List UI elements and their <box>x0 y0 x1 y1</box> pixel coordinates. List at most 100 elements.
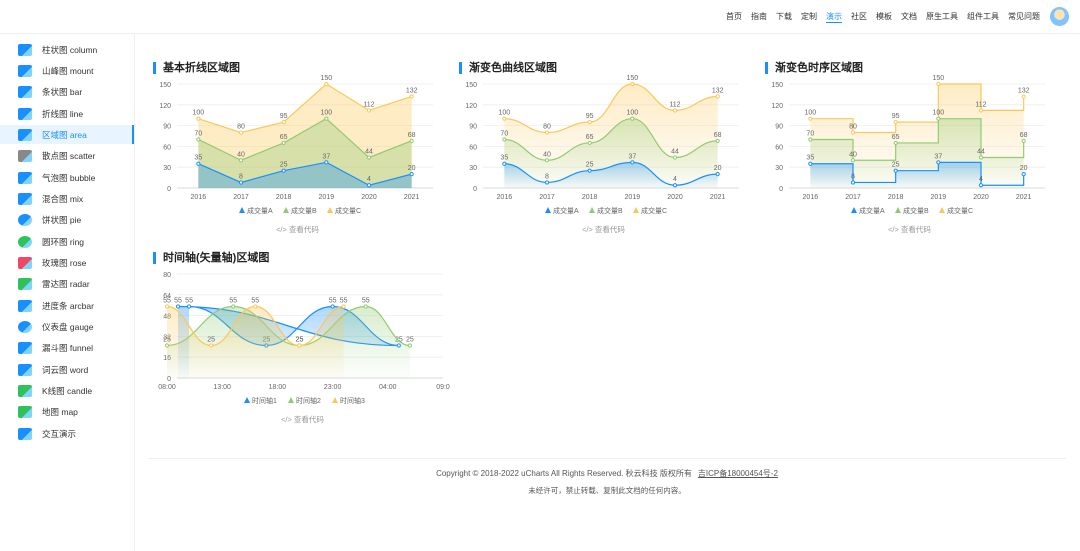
data-label: 80 <box>849 124 857 131</box>
view-code-link[interactable]: </> 查看代码 <box>276 224 319 235</box>
x-tick-label: 2018 <box>582 194 598 201</box>
sidebar-item-18[interactable]: 交互演示 <box>0 424 134 443</box>
sidebar-item-17[interactable]: 地图 map <box>0 403 134 422</box>
x-tick-label: 2019 <box>319 194 335 201</box>
sidebar-item-13[interactable]: 仪表盘 gauge <box>0 318 134 337</box>
x-tick-label: 2016 <box>497 194 513 201</box>
sidebar-item-6[interactable]: 气泡图 bubble <box>0 168 134 187</box>
legend-marker <box>288 397 294 403</box>
sidebar-item-1[interactable]: 山峰图 mount <box>0 61 134 80</box>
bubble-chart-icon <box>18 171 32 184</box>
sidebar-item-5[interactable]: 散点图 scatter <box>0 147 134 166</box>
nav-item-7[interactable]: 文档 <box>901 11 917 23</box>
nav-item-2[interactable]: 下载 <box>776 11 792 23</box>
data-point <box>238 130 244 135</box>
y-tick-label: 30 <box>163 165 171 172</box>
data-label: 55 <box>163 298 171 305</box>
sidebar-item-7[interactable]: 混合图 mix <box>0 189 134 208</box>
icp-link[interactable]: 吉ICP备18000454号-2 <box>698 469 778 478</box>
data-point <box>341 304 346 309</box>
data-point <box>324 160 329 165</box>
data-label: 35 <box>806 155 814 162</box>
data-point <box>231 304 236 309</box>
data-point <box>978 155 984 160</box>
sidebar-item-label: 圆环图 ring <box>42 236 85 247</box>
data-point <box>850 130 856 135</box>
sidebar-item-14[interactable]: 漏斗图 funnel <box>0 339 134 358</box>
nav-item-3[interactable]: 定制 <box>801 11 817 23</box>
sidebar-item-0[interactable]: 柱状图 column <box>0 40 134 59</box>
sidebar-item-15[interactable]: 词云图 word <box>0 360 134 379</box>
data-label: 112 <box>669 101 680 108</box>
legend-label: 成交量A <box>553 206 579 215</box>
data-label: 4 <box>367 176 371 183</box>
data-point <box>630 116 635 121</box>
nav-item-0[interactable]: 首页 <box>726 11 742 23</box>
x-tick-label: 13:00 <box>213 384 231 391</box>
legend-label: 成交量B <box>903 206 929 215</box>
legend-label: 成交量A <box>859 206 885 215</box>
data-label: 8 <box>239 173 243 180</box>
sidebar-item-16[interactable]: K线图 candle <box>0 382 134 401</box>
data-label: 55 <box>362 298 370 305</box>
y-tick-label: 150 <box>159 82 171 89</box>
sidebar-item-3[interactable]: 折线图 line <box>0 104 134 123</box>
legend-marker <box>589 207 595 213</box>
x-tick-label: 23:00 <box>324 384 342 391</box>
data-label: 40 <box>849 151 857 158</box>
y-tick-label: 60 <box>469 144 477 151</box>
nav-item-10[interactable]: 常见问题 <box>1008 11 1040 23</box>
data-label: 55 <box>251 298 259 305</box>
nav-item-5[interactable]: 社区 <box>851 11 867 23</box>
nav-item-1[interactable]: 指南 <box>751 11 767 23</box>
sidebar-item-11[interactable]: 雷达图 radar <box>0 275 134 294</box>
nav-item-8[interactable]: 原生工具 <box>926 11 958 23</box>
chart-title: 渐变色时序区域图 <box>765 62 863 74</box>
user-avatar[interactable] <box>1050 7 1069 26</box>
data-point <box>253 304 258 309</box>
x-tick-label: 2018 <box>276 194 292 201</box>
sidebar-item-2[interactable]: 条状图 bar <box>0 83 134 102</box>
data-point <box>587 140 592 146</box>
sidebar-item-10[interactable]: 玫瑰图 rose <box>0 254 134 273</box>
line-chart-icon <box>18 107 32 120</box>
data-label: 68 <box>714 132 722 139</box>
nav-item-4[interactable]: 演示 <box>826 11 842 23</box>
sidebar-item-4[interactable]: 区域图 area <box>0 125 134 145</box>
data-label: 65 <box>586 134 594 141</box>
data-point <box>175 304 181 309</box>
data-label: 44 <box>671 148 679 155</box>
data-point <box>893 140 898 146</box>
x-tick-label: 2021 <box>404 194 420 201</box>
data-label: 37 <box>628 153 636 160</box>
nav-item-9[interactable]: 组件工具 <box>967 11 999 23</box>
chart-card-0: 基本折线区域图 0 30 60 90 120 150 2016 2017 2018 2019 2020… <box>153 60 443 240</box>
sidebar-item-label: 漏斗图 funnel <box>42 343 94 354</box>
data-label: 35 <box>500 155 508 162</box>
data-label: 132 <box>1018 87 1030 94</box>
nav-item-6[interactable]: 模板 <box>876 11 892 23</box>
sidebar-item-label: 词云图 word <box>42 364 89 375</box>
view-code-link[interactable]: </> 查看代码 <box>888 224 931 235</box>
y-tick-label: 0 <box>473 186 477 193</box>
gauge-icon <box>18 321 32 334</box>
data-label: 25 <box>207 337 215 344</box>
data-point <box>324 81 329 87</box>
top-nav: 首页 指南 下载 定制 演示 社区 模板 文档 原生工具 组件工具 常见问题 <box>726 11 1040 23</box>
x-tick-label: 2020 <box>973 194 989 201</box>
data-label: 37 <box>322 153 330 160</box>
view-code-link[interactable]: </> 查看代码 <box>582 224 625 235</box>
data-label: 65 <box>280 134 288 141</box>
chart-card-2: 渐变色时序区域图 0 30 60 90 120 150 2016 2017 2018 2019 202… <box>765 60 1055 240</box>
legend-label: 时间轴2 <box>296 396 321 405</box>
sidebar-item-8[interactable]: 饼状图 pie <box>0 211 134 230</box>
data-label: 44 <box>977 148 985 155</box>
x-tick-label: 2021 <box>1016 194 1032 201</box>
data-point <box>502 137 507 142</box>
sidebar-item-label: 玫瑰图 rose <box>42 258 87 268</box>
sidebar-item-9[interactable]: 圆环图 ring <box>0 232 134 251</box>
sidebar-item-12[interactable]: 进度条 arcbar <box>0 296 134 315</box>
view-code-link[interactable]: </> 查看代码 <box>281 414 324 425</box>
chart-card-1: 渐变色曲线区域图 0 30 60 90 120 150 2016 2017 2018 2019 202… <box>459 60 749 240</box>
data-point <box>715 138 720 143</box>
